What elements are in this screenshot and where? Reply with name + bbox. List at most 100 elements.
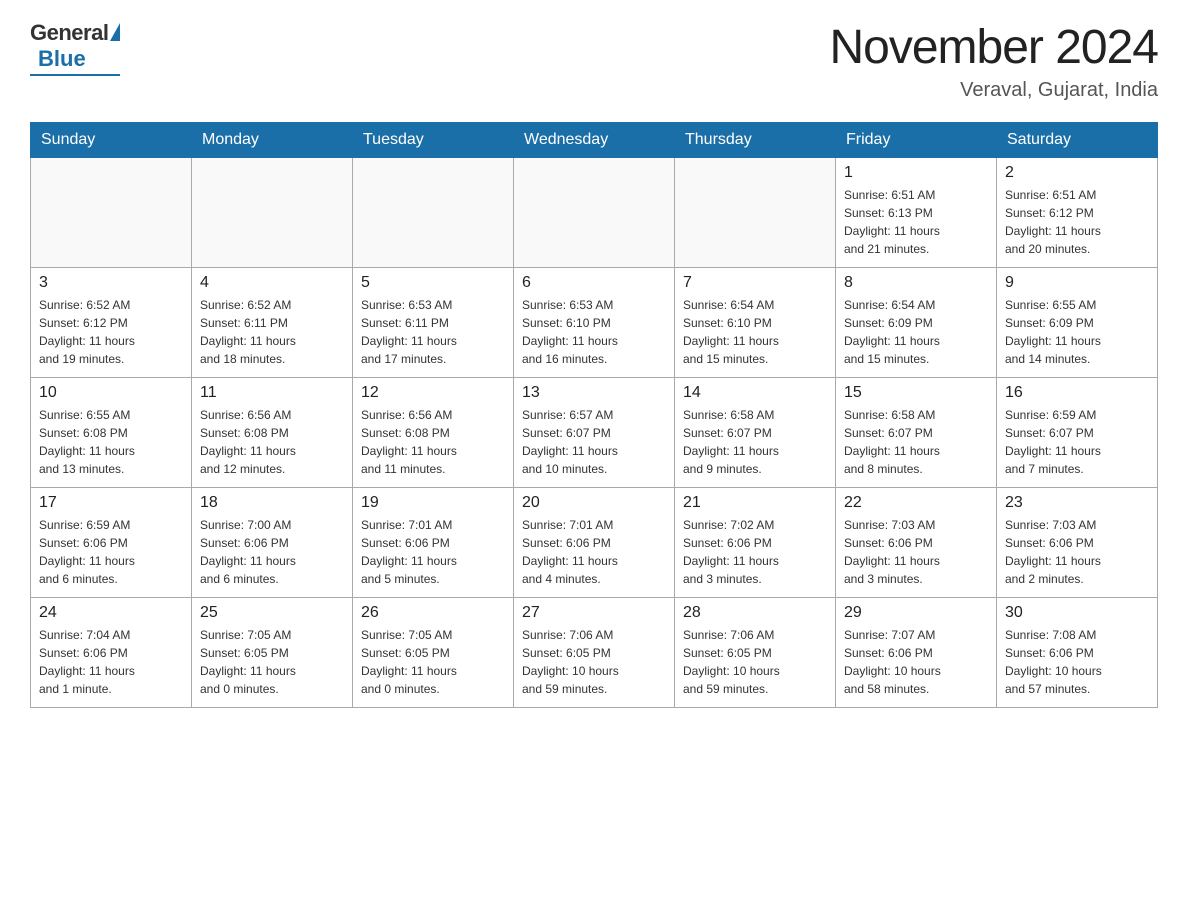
day-number: 4: [200, 274, 344, 292]
calendar-cell: 15 Sunrise: 6:58 AM Sunset: 6:07 PM Dayli…: [836, 378, 997, 488]
calendar-cell: 2 Sunrise: 6:51 AM Sunset: 6:12 PM Daylig…: [997, 158, 1158, 268]
header: General Blue November 2024 Veraval, Guja…: [30, 20, 1158, 102]
day-number: 20: [522, 494, 666, 512]
calendar-cell: 22 Sunrise: 7:03 AM Sunset: 6:06 PM Dayli…: [836, 488, 997, 598]
day-info: Sunrise: 6:54 AM Sunset: 6:09 PM Dayligh…: [844, 296, 988, 368]
calendar-cell: 26Sunrise: 7:05 AM Sunset: 6:05 PM Dayli…: [353, 598, 514, 708]
day-info: Sunrise: 7:06 AM Sunset: 6:05 PM Dayligh…: [522, 626, 666, 698]
day-info: Sunrise: 6:57 AM Sunset: 6:07 PM Dayligh…: [522, 406, 666, 478]
day-number: 26: [361, 604, 505, 622]
calendar-cell: 7 Sunrise: 6:54 AM Sunset: 6:10 PM Daylig…: [675, 268, 836, 378]
day-info: Sunrise: 7:04 AM Sunset: 6:06 PM Dayligh…: [39, 626, 183, 698]
calendar-header-monday: Monday: [192, 123, 353, 158]
day-info: Sunrise: 7:01 AM Sunset: 6:06 PM Dayligh…: [522, 516, 666, 588]
day-info: Sunrise: 6:53 AM Sunset: 6:11 PM Dayligh…: [361, 296, 505, 368]
day-info: Sunrise: 7:03 AM Sunset: 6:06 PM Dayligh…: [844, 516, 988, 588]
calendar-cell: 8 Sunrise: 6:54 AM Sunset: 6:09 PM Daylig…: [836, 268, 997, 378]
day-number: 1: [844, 164, 988, 182]
day-number: 7: [683, 274, 827, 292]
day-info: Sunrise: 6:54 AM Sunset: 6:10 PM Dayligh…: [683, 296, 827, 368]
day-number: 28: [683, 604, 827, 622]
day-info: Sunrise: 6:56 AM Sunset: 6:08 PM Dayligh…: [361, 406, 505, 478]
calendar-week-3: 10 Sunrise: 6:55 AM Sunset: 6:08 PM Dayli…: [31, 378, 1158, 488]
day-info: Sunrise: 6:59 AM Sunset: 6:06 PM Dayligh…: [39, 516, 183, 588]
day-number: 14: [683, 384, 827, 402]
logo-triangle-icon: [110, 23, 120, 41]
day-number: 16: [1005, 384, 1149, 402]
calendar-cell: 11 Sunrise: 6:56 AM Sunset: 6:08 PM Dayli…: [192, 378, 353, 488]
day-info: Sunrise: 7:06 AM Sunset: 6:05 PM Dayligh…: [683, 626, 827, 698]
day-number: 17: [39, 494, 183, 512]
day-info: Sunrise: 6:58 AM Sunset: 6:07 PM Dayligh…: [844, 406, 988, 478]
day-number: 6: [522, 274, 666, 292]
calendar-cell: 16 Sunrise: 6:59 AM Sunset: 6:07 PM Dayli…: [997, 378, 1158, 488]
calendar-cell: 23Sunrise: 7:03 AM Sunset: 6:06 PM Dayli…: [997, 488, 1158, 598]
calendar-cell: 17 Sunrise: 6:59 AM Sunset: 6:06 PM Dayli…: [31, 488, 192, 598]
day-info: Sunrise: 6:55 AM Sunset: 6:09 PM Dayligh…: [1005, 296, 1149, 368]
calendar-header-saturday: Saturday: [997, 123, 1158, 158]
calendar-cell: 19 Sunrise: 7:01 AM Sunset: 6:06 PM Dayli…: [353, 488, 514, 598]
day-number: 12: [361, 384, 505, 402]
day-number: 13: [522, 384, 666, 402]
day-info: Sunrise: 6:55 AM Sunset: 6:08 PM Dayligh…: [39, 406, 183, 478]
day-info: Sunrise: 6:52 AM Sunset: 6:12 PM Dayligh…: [39, 296, 183, 368]
day-info: Sunrise: 6:59 AM Sunset: 6:07 PM Dayligh…: [1005, 406, 1149, 478]
day-info: Sunrise: 7:02 AM Sunset: 6:06 PM Dayligh…: [683, 516, 827, 588]
calendar-cell: 24 Sunrise: 7:04 AM Sunset: 6:06 PM Dayli…: [31, 598, 192, 708]
day-number: 18: [200, 494, 344, 512]
day-number: 29: [844, 604, 988, 622]
day-number: 2: [1005, 164, 1149, 182]
calendar-cell: 12 Sunrise: 6:56 AM Sunset: 6:08 PM Dayli…: [353, 378, 514, 488]
calendar-header-wednesday: Wednesday: [514, 123, 675, 158]
day-info: Sunrise: 7:08 AM Sunset: 6:06 PM Dayligh…: [1005, 626, 1149, 698]
calendar-week-1: 1 Sunrise: 6:51 AM Sunset: 6:13 PM Daylig…: [31, 158, 1158, 268]
day-number: 21: [683, 494, 827, 512]
calendar-week-2: 3 Sunrise: 6:52 AM Sunset: 6:12 PM Daylig…: [31, 268, 1158, 378]
calendar-header-tuesday: Tuesday: [353, 123, 514, 158]
calendar-cell: 14Sunrise: 6:58 AM Sunset: 6:07 PM Dayli…: [675, 378, 836, 488]
calendar-cell: 6Sunrise: 6:53 AM Sunset: 6:10 PM Daylig…: [514, 268, 675, 378]
day-number: 8: [844, 274, 988, 292]
day-number: 24: [39, 604, 183, 622]
day-number: 25: [200, 604, 344, 622]
day-number: 10: [39, 384, 183, 402]
title-area: November 2024 Veraval, Gujarat, India: [829, 20, 1158, 102]
calendar-header-thursday: Thursday: [675, 123, 836, 158]
day-number: 19: [361, 494, 505, 512]
calendar-cell: 20 Sunrise: 7:01 AM Sunset: 6:06 PM Dayli…: [514, 488, 675, 598]
day-info: Sunrise: 7:07 AM Sunset: 6:06 PM Dayligh…: [844, 626, 988, 698]
day-number: 9: [1005, 274, 1149, 292]
calendar-cell: 3 Sunrise: 6:52 AM Sunset: 6:12 PM Daylig…: [31, 268, 192, 378]
calendar-week-4: 17 Sunrise: 6:59 AM Sunset: 6:06 PM Dayli…: [31, 488, 1158, 598]
calendar-cell: 9 Sunrise: 6:55 AM Sunset: 6:09 PM Daylig…: [997, 268, 1158, 378]
day-number: 15: [844, 384, 988, 402]
calendar-cell: [353, 158, 514, 268]
calendar-cell: 4 Sunrise: 6:52 AM Sunset: 6:11 PM Daylig…: [192, 268, 353, 378]
day-number: 11: [200, 384, 344, 402]
calendar-cell: 10 Sunrise: 6:55 AM Sunset: 6:08 PM Dayli…: [31, 378, 192, 488]
day-number: 3: [39, 274, 183, 292]
day-info: Sunrise: 7:01 AM Sunset: 6:06 PM Dayligh…: [361, 516, 505, 588]
day-info: Sunrise: 6:52 AM Sunset: 6:11 PM Dayligh…: [200, 296, 344, 368]
calendar-header-friday: Friday: [836, 123, 997, 158]
calendar-header-sunday: Sunday: [31, 123, 192, 158]
logo-underline: [30, 74, 120, 76]
day-number: 30: [1005, 604, 1149, 622]
calendar-cell: 18 Sunrise: 7:00 AM Sunset: 6:06 PM Dayli…: [192, 488, 353, 598]
page-title: November 2024: [829, 20, 1158, 75]
calendar-cell: 27Sunrise: 7:06 AM Sunset: 6:05 PM Dayli…: [514, 598, 675, 708]
logo: General Blue: [30, 20, 120, 76]
day-info: Sunrise: 7:00 AM Sunset: 6:06 PM Dayligh…: [200, 516, 344, 588]
day-number: 23: [1005, 494, 1149, 512]
day-info: Sunrise: 6:51 AM Sunset: 6:12 PM Dayligh…: [1005, 186, 1149, 258]
day-info: Sunrise: 6:56 AM Sunset: 6:08 PM Dayligh…: [200, 406, 344, 478]
day-info: Sunrise: 6:51 AM Sunset: 6:13 PM Dayligh…: [844, 186, 988, 258]
page-subtitle: Veraval, Gujarat, India: [829, 79, 1158, 102]
calendar-cell: 21 Sunrise: 7:02 AM Sunset: 6:06 PM Dayli…: [675, 488, 836, 598]
calendar-cell: 29 Sunrise: 7:07 AM Sunset: 6:06 PM Dayli…: [836, 598, 997, 708]
logo-general-text: General: [30, 20, 108, 46]
day-number: 5: [361, 274, 505, 292]
day-number: 22: [844, 494, 988, 512]
calendar-week-5: 24 Sunrise: 7:04 AM Sunset: 6:06 PM Dayli…: [31, 598, 1158, 708]
calendar-cell: 25Sunrise: 7:05 AM Sunset: 6:05 PM Dayli…: [192, 598, 353, 708]
